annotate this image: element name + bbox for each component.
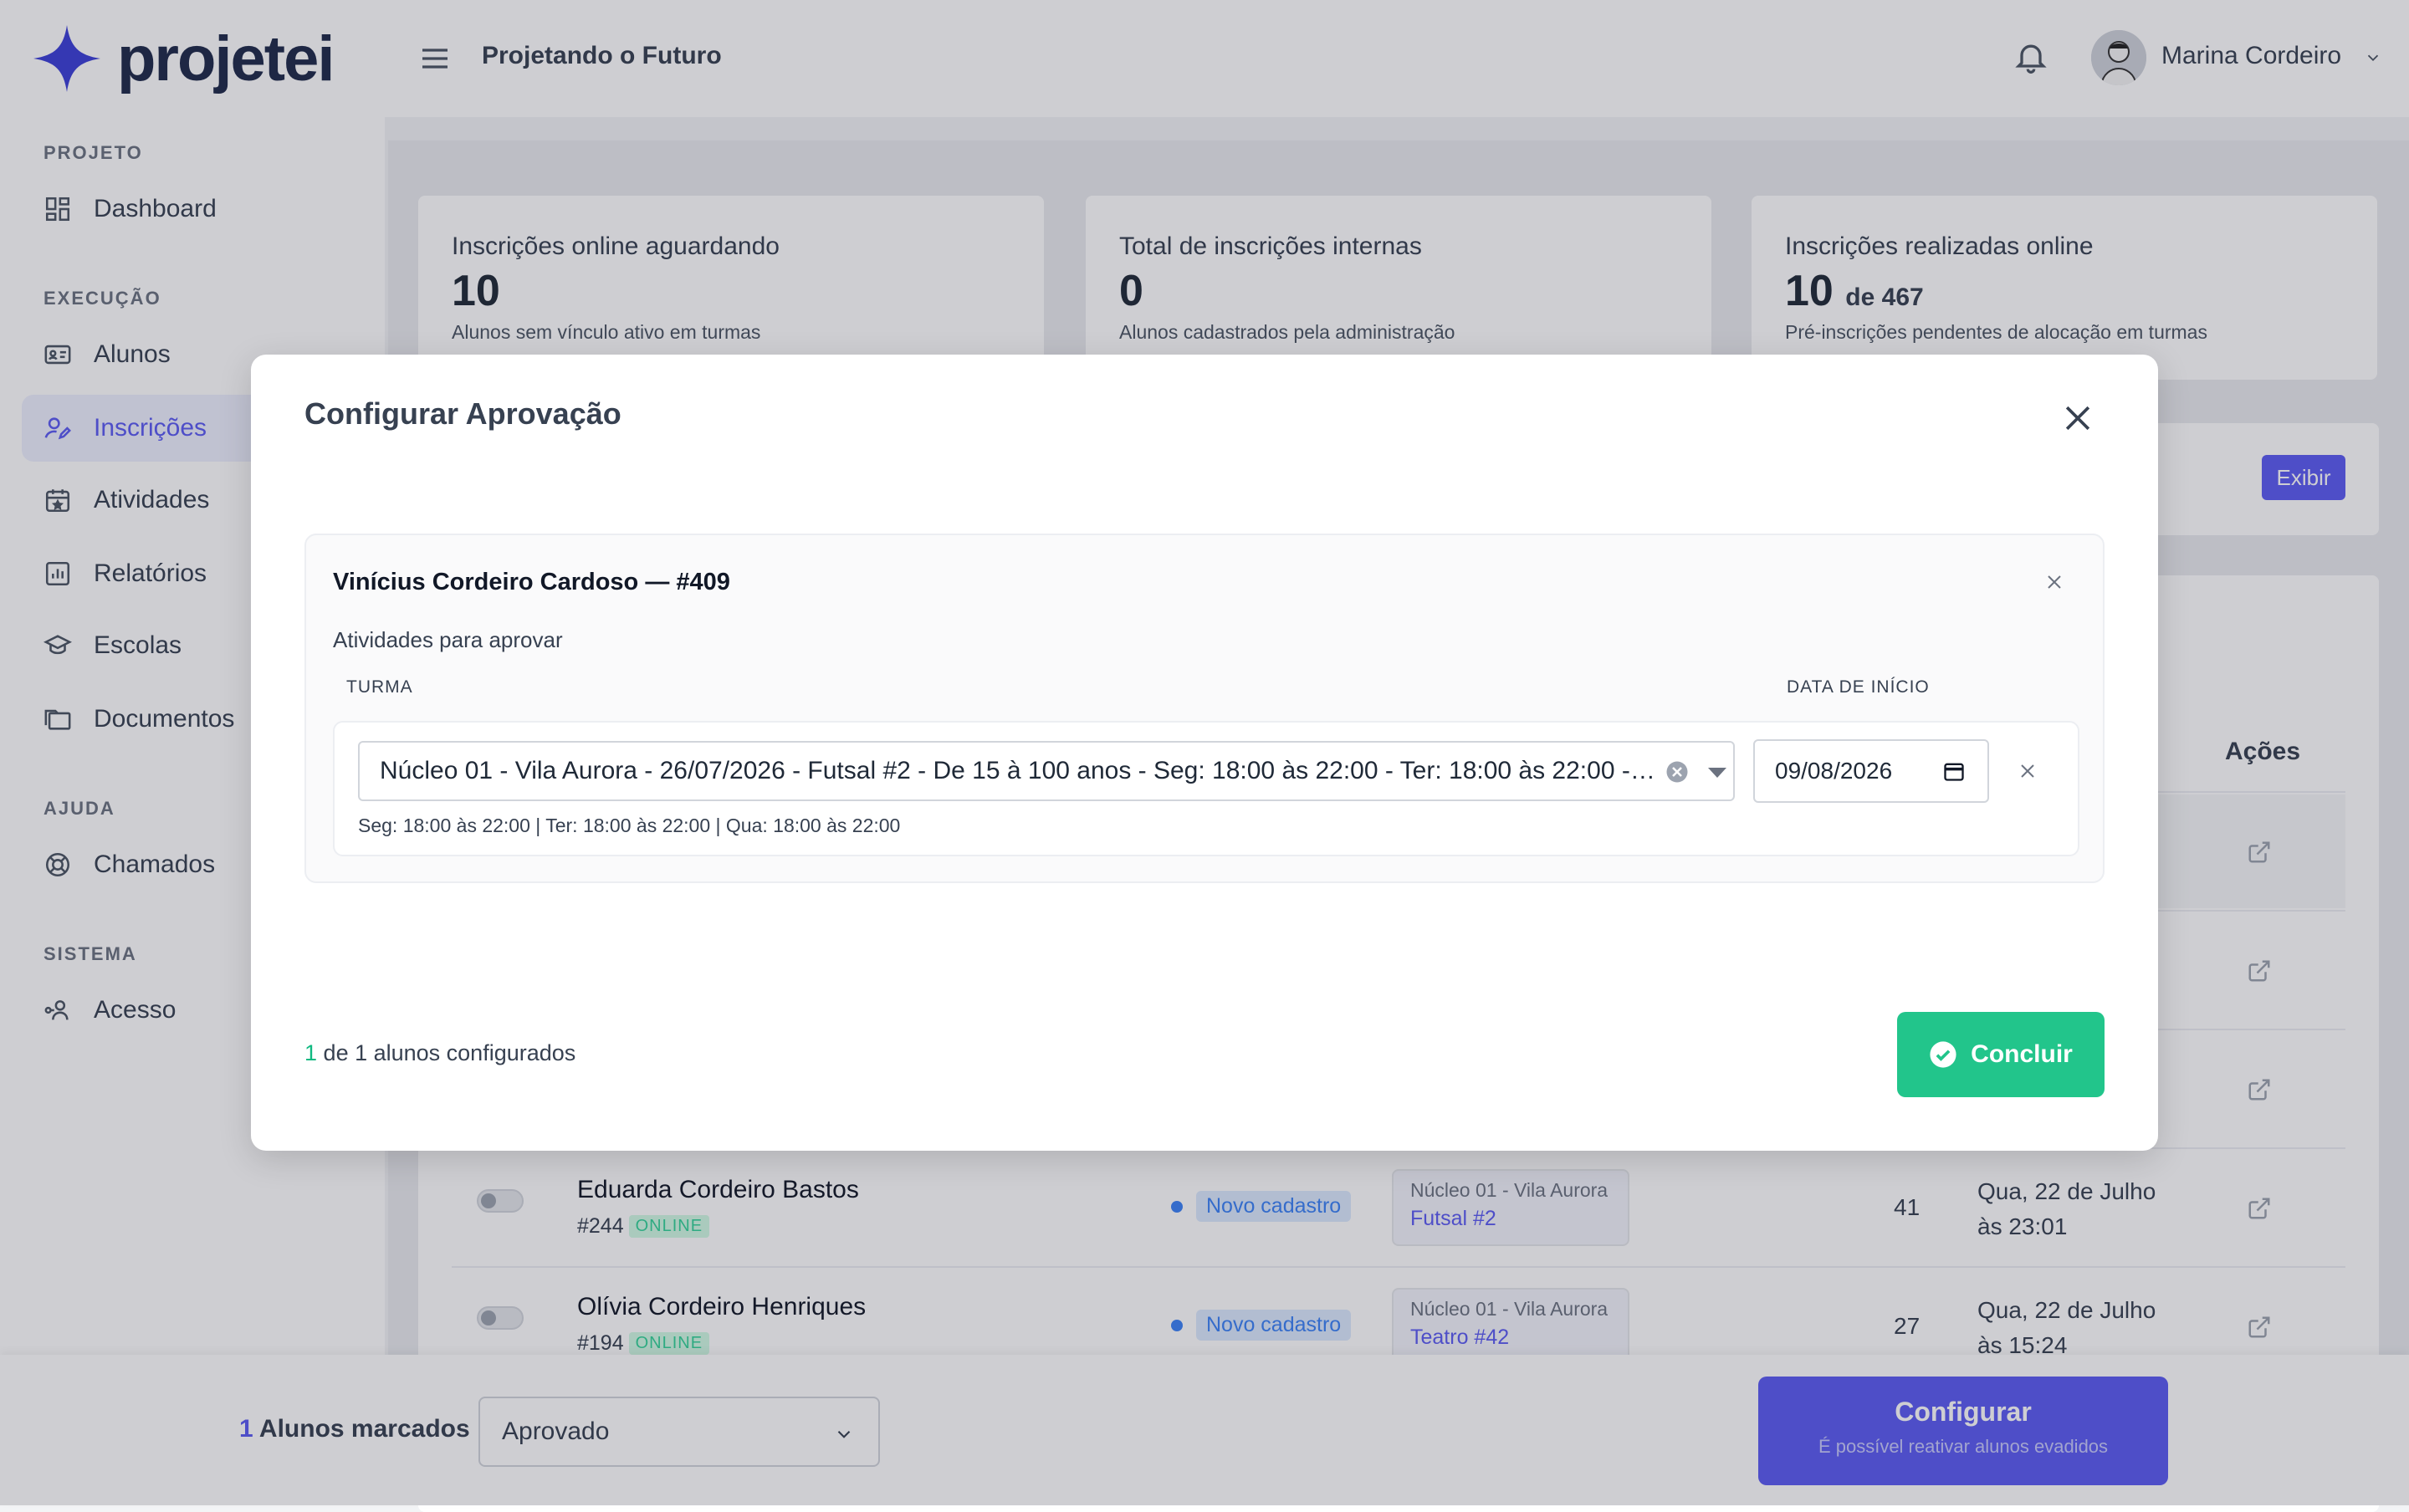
finish-button-label: Concluir bbox=[1971, 1040, 2073, 1068]
check-circle-icon bbox=[1930, 1041, 1956, 1068]
remove-student-icon[interactable] bbox=[2044, 572, 2064, 592]
finish-button[interactable]: Concluir bbox=[1897, 1012, 2105, 1097]
schedule-text: Seg: 18:00 às 22:00 | Ter: 18:00 às 22:0… bbox=[358, 815, 901, 836]
activity-row: Núcleo 01 - Vila Aurora - 26/07/2026 - F… bbox=[333, 721, 2079, 856]
turma-select[interactable]: Núcleo 01 - Vila Aurora - 26/07/2026 - F… bbox=[358, 741, 1735, 801]
start-date-input[interactable]: 09/08/2026 bbox=[1753, 739, 1989, 803]
student-name: Vinícius Cordeiro Cardoso — #409 bbox=[333, 569, 730, 595]
calendar-icon[interactable] bbox=[1942, 759, 1966, 783]
configured-number: 1 bbox=[304, 1040, 318, 1065]
dropdown-caret-icon[interactable] bbox=[1706, 766, 1728, 779]
turma-select-value: Núcleo 01 - Vila Aurora - 26/07/2026 - F… bbox=[380, 757, 1660, 784]
configured-label: de 1 alunos configurados bbox=[323, 1040, 576, 1065]
modal-title: Configurar Aprovação bbox=[304, 396, 621, 431]
configured-count: 1 de 1 alunos configurados bbox=[304, 1040, 575, 1066]
activities-label: Atividades para aprovar bbox=[333, 627, 563, 652]
start-date-column-header: DATA DE INÍCIO bbox=[1787, 677, 1930, 697]
clear-selection-icon[interactable] bbox=[1665, 759, 1690, 784]
configure-approval-modal: Configurar Aprovação Vinícius Cordeiro C… bbox=[251, 355, 2158, 1151]
start-date-value: 09/08/2026 bbox=[1775, 758, 1893, 784]
student-approval-card: Vinícius Cordeiro Cardoso — #409 Ativida… bbox=[304, 534, 2105, 883]
remove-activity-icon[interactable] bbox=[2018, 761, 2038, 781]
close-icon[interactable] bbox=[2059, 400, 2096, 437]
turma-column-header: TURMA bbox=[346, 677, 413, 697]
